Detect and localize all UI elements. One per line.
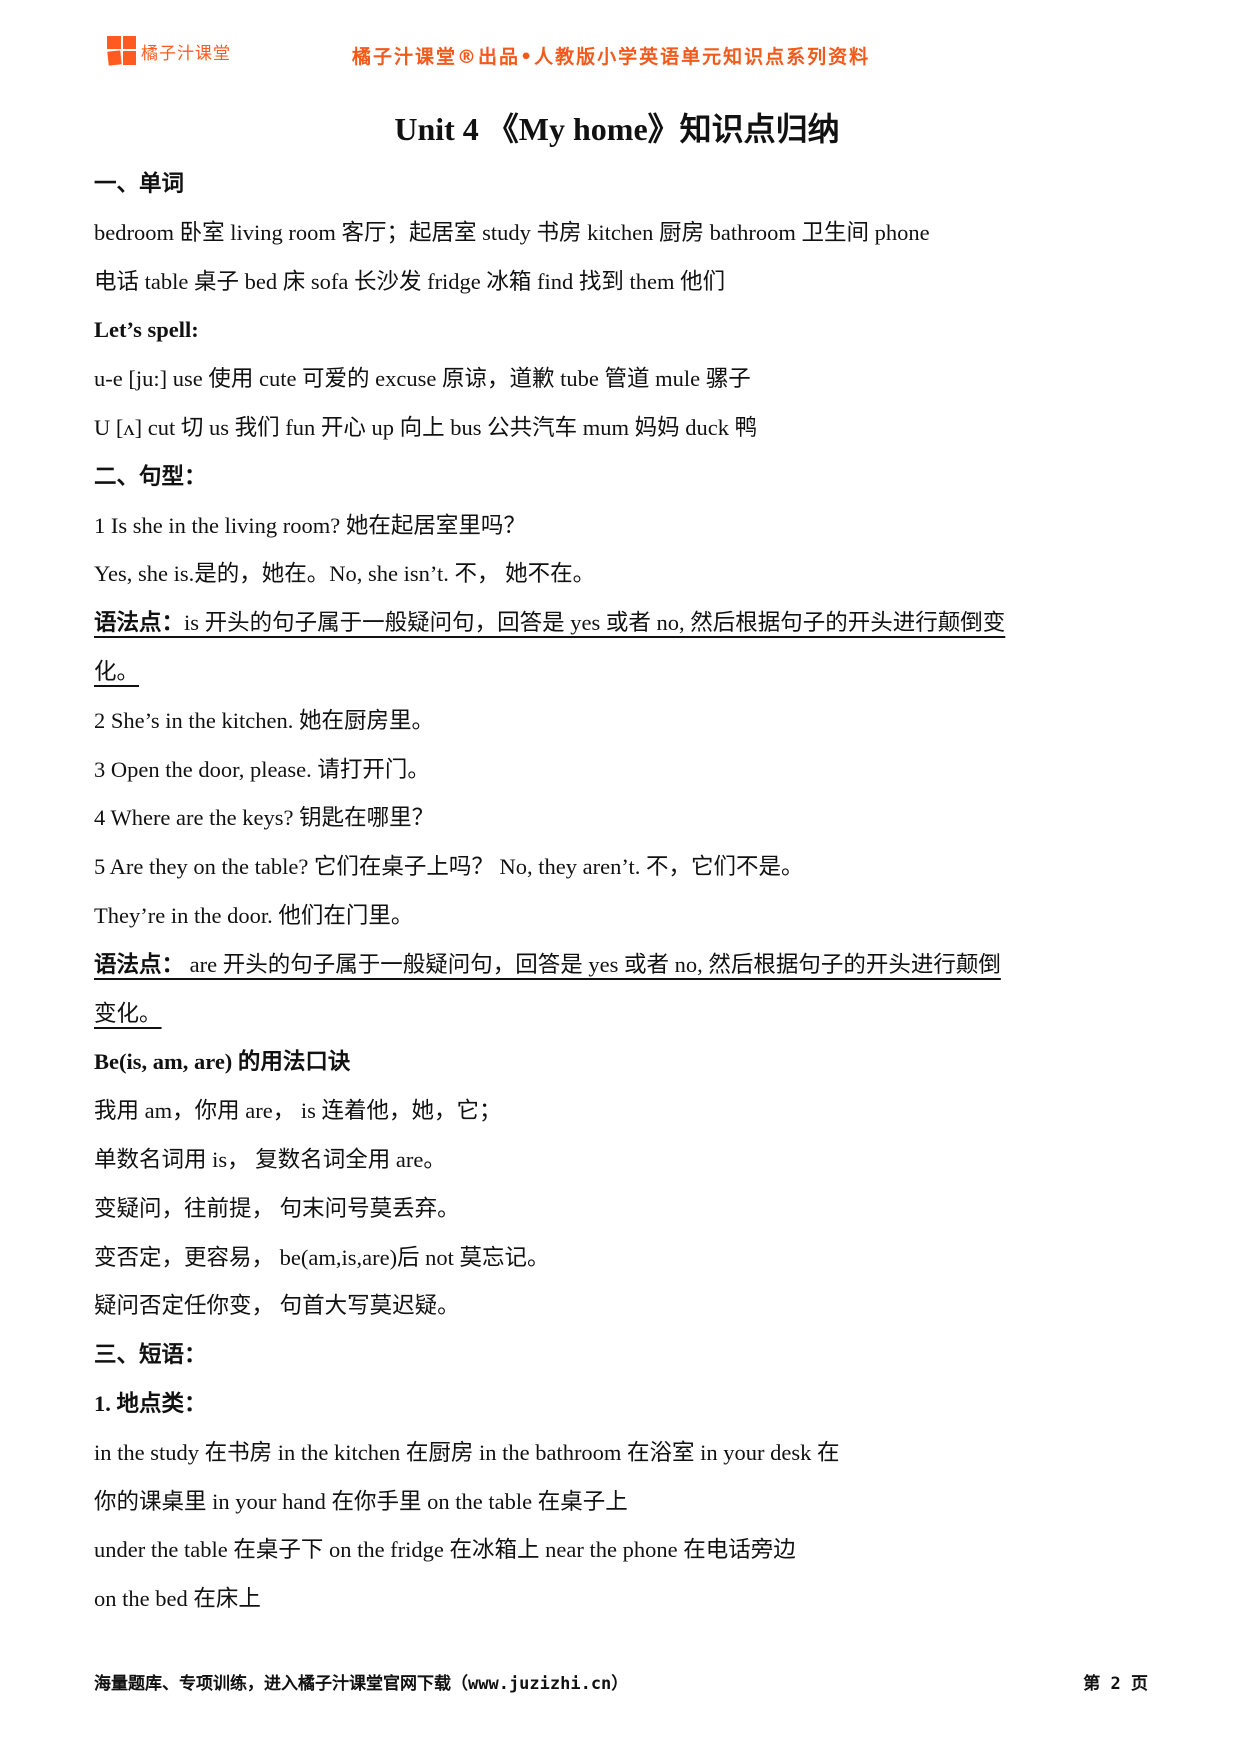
section-heading: 一、单词 (94, 171, 185, 196)
grammar-note-label: 语法点： (94, 610, 185, 636)
text-line: 变否定，更容易， be(am,is,are)后 not 莫忘记。 (94, 1244, 550, 1270)
text-line: 单数名词用 is， 复数名词全用 are。 (94, 1146, 446, 1172)
grammar-note-label: 语法点： (94, 951, 185, 977)
logo-text: 橘子汁课堂 (141, 43, 231, 64)
grammar-note-continued: 化。 (94, 648, 1148, 697)
grammar-note-text: 语法点：is 开头的句子属于一般疑问句，回答是 yes 或者 no, 然后根据句… (94, 610, 1005, 635)
text-line: under the table 在桌子下 on the fridge 在冰箱上 … (94, 1537, 796, 1563)
section-heading: 三、短语： (94, 1342, 207, 1368)
text-line: 疑问否定任你变， 句首大写莫迟疑。 (94, 1293, 460, 1319)
grammar-note-text: 语法点： are 开头的句子属于一般疑问句，回答是 yes 或者 no, 然后根… (94, 952, 1001, 977)
grammar-note: 语法点：is 开头的句子属于一般疑问句，回答是 yes 或者 no, 然后根据句… (94, 599, 1148, 648)
section-heading: Let’s spell: (94, 317, 199, 343)
text-line: 电话 table 桌子 bed 床 sofa 长沙发 fridge 冰箱 fin… (94, 268, 726, 294)
page-number: 第 2 页 (1083, 1674, 1148, 1694)
header-title: 橘子汁课堂®出品•人教版小学英语单元知识点系列资料 (352, 46, 871, 68)
grammar-note-text: 变化。 (94, 1000, 162, 1026)
grammar-note-text: 化。 (94, 658, 140, 684)
text-line: 变疑问，往前提， 句末问号莫丢弃。 (94, 1195, 460, 1221)
text-line: 4 Where are the keys? 钥匙在哪里？ (94, 805, 435, 831)
page-footer: 海量题库、专项训练，进入橘子汁课堂官网下载（www.juzizhi.cn） 第 … (94, 1669, 1148, 1694)
grammar-note-content: are 开头的句子属于一般疑问句，回答是 yes 或者 no, 然后根据句子的开… (184, 951, 1001, 977)
text-line: u-e [ju:] use 使用 cute 可爱的 excuse 原谅，道歉 t… (94, 366, 751, 392)
text-line: They’re in the door. 他们在门里。 (94, 902, 414, 928)
brand-logo: 橘子汁课堂 (107, 36, 231, 66)
text-line: 2 She’s in the kitchen. 她在厨房里。 (94, 707, 434, 733)
grammar-note: 语法点： are 开头的句子属于一般疑问句，回答是 yes 或者 no, 然后根… (94, 941, 1148, 990)
text-line: on the bed 在床上 (94, 1586, 261, 1612)
text-line: 5 Are they on the table? 它们在桌子上吗？ No, th… (94, 854, 804, 880)
section-heading: 1. 地点类： (94, 1390, 207, 1416)
section-heading: 二、句型： (94, 463, 207, 489)
grammar-note-content: is 开头的句子属于一般疑问句，回答是 yes 或者 no, 然后根据句子的开头… (184, 610, 1006, 636)
text-line: 你的课桌里 in your hand 在你手里 on the table 在桌子… (94, 1488, 628, 1514)
text-line: Yes, she is.是的，她在。No, she isn’t. 不， 她不在。 (94, 561, 596, 587)
footer-text: 海量题库、专项训练，进入橘子汁课堂官网下载（www.juzizhi.cn） (94, 1674, 629, 1694)
logo-squares-icon (107, 36, 137, 66)
text-line: 我用 am，你用 are， is 连着他，她，它； (94, 1098, 502, 1124)
document-body: 一、单词 bedroom 卧室 living room 客厅；起居室 study … (94, 160, 1148, 1624)
grammar-note-continued: 变化。 (94, 990, 1148, 1039)
page-header: 橘子汁课堂 橘子汁课堂®出品•人教版小学英语单元知识点系列资料 (0, 34, 1234, 74)
text-line: 1 Is she in the living room? 她在起居室里吗？ (94, 512, 526, 538)
section-heading: Be(is, am, are) 的用法口诀 (94, 1049, 351, 1075)
text-line: U [ʌ] cut 切 us 我们 fun 开心 up 向上 bus 公共汽车 … (94, 414, 758, 440)
text-line: bedroom 卧室 living room 客厅；起居室 study 书房 k… (94, 219, 930, 245)
text-line: in the study 在书房 in the kitchen 在厨房 in t… (94, 1439, 840, 1465)
document-title: Unit 4 《My home》知识点归纳 (394, 111, 840, 147)
text-line: 3 Open the door, please. 请打开门。 (94, 756, 430, 782)
